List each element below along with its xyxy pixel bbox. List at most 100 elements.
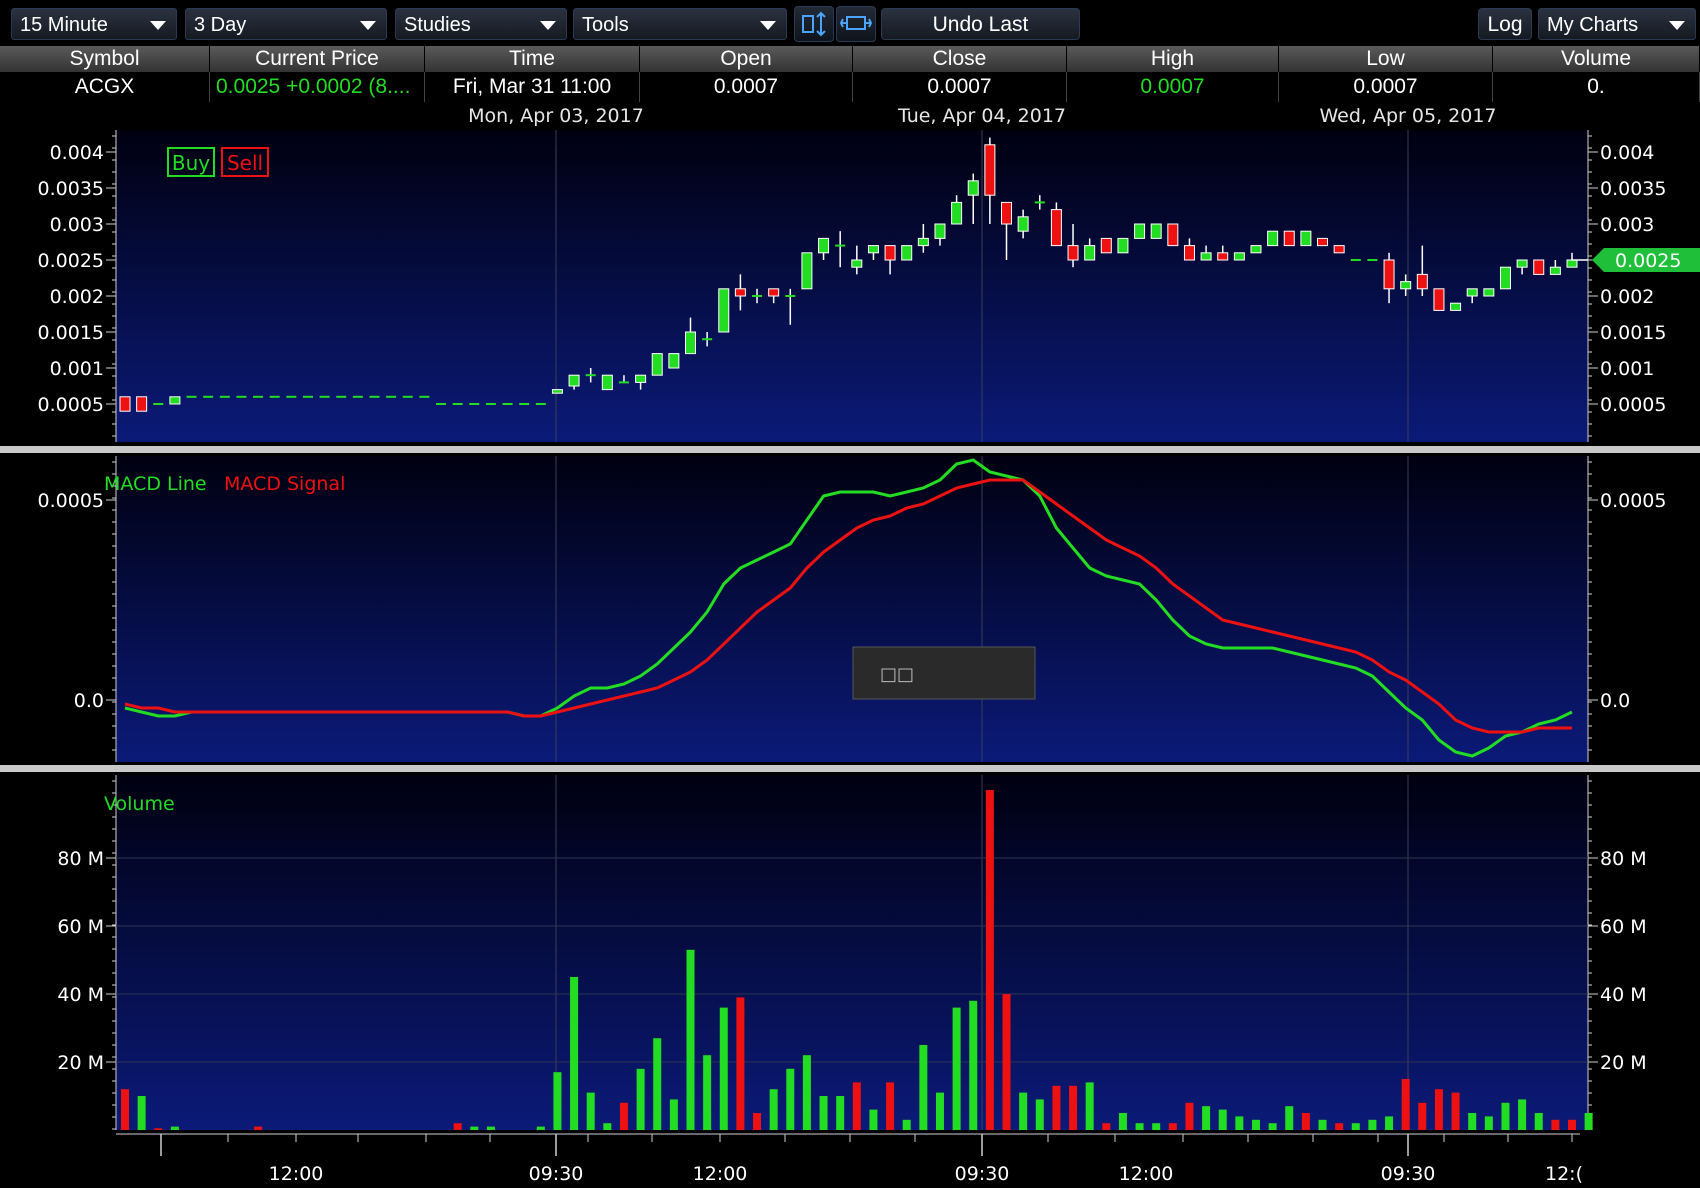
studies-dropdown[interactable]: Studies xyxy=(395,8,567,40)
my-charts-dropdown[interactable]: My Charts xyxy=(1538,8,1696,40)
volume-bar xyxy=(603,1123,612,1130)
candle-body xyxy=(402,395,413,398)
candle-body xyxy=(1466,288,1478,297)
quote-high: 0.0007 xyxy=(1067,72,1279,102)
date-label: Tue, Apr 04, 2017 xyxy=(897,105,1066,127)
panel-separator xyxy=(0,765,1700,772)
y-tick-label-left: 0.002 xyxy=(50,286,104,308)
volume-bar xyxy=(1551,1119,1560,1130)
legend-volume: Volume xyxy=(104,793,175,815)
range-dropdown[interactable]: 3 Day xyxy=(185,8,387,40)
volume-bar xyxy=(836,1096,845,1130)
volume-bar xyxy=(154,1128,163,1130)
zoom-fit-icon xyxy=(802,11,826,37)
candle-body xyxy=(1017,216,1029,232)
volume-panel-background xyxy=(116,775,1588,1130)
y-tick-label-left: 0.0015 xyxy=(38,322,104,344)
volume-bar xyxy=(919,1045,928,1130)
candle-body xyxy=(419,395,430,398)
y-tick-label-right: 0.0015 xyxy=(1600,322,1666,344)
candle-body xyxy=(867,245,879,254)
volume-bar xyxy=(553,1072,562,1130)
zoom-range-icon-button[interactable] xyxy=(836,6,876,42)
y-tick-label-right: 0.002 xyxy=(1600,286,1654,308)
y-tick-label-left: 0.003 xyxy=(50,214,104,236)
volume-bar xyxy=(536,1126,545,1130)
candle-body xyxy=(1383,259,1395,290)
volume-bar xyxy=(1251,1119,1260,1130)
candle-body xyxy=(1333,245,1345,254)
zoom-fit-icon-button[interactable] xyxy=(794,6,834,42)
y-tick-label-right: 0.0005 xyxy=(1600,490,1666,512)
overlay-box-text: □□ xyxy=(880,664,914,685)
volume-bar xyxy=(802,1055,811,1130)
candle-body xyxy=(585,374,596,377)
date-label: Mon, Apr 03, 2017 xyxy=(468,105,644,127)
volume-bar xyxy=(1268,1123,1277,1130)
candle-body xyxy=(1134,223,1146,239)
candle-body xyxy=(1167,223,1179,247)
chevron-down-icon xyxy=(150,21,166,30)
candle-body xyxy=(1367,259,1378,261)
candle-body xyxy=(302,395,313,398)
volume-bar xyxy=(935,1092,944,1130)
candle-body xyxy=(651,353,663,376)
interval-dropdown[interactable]: 15 Minute xyxy=(11,8,177,40)
volume-bar xyxy=(137,1096,146,1130)
y-tick-label-right: 0.0 xyxy=(1600,690,1630,712)
candle-body xyxy=(684,331,696,355)
log-button[interactable]: Log xyxy=(1478,8,1532,40)
volume-bar xyxy=(1301,1113,1310,1130)
candle-body xyxy=(452,403,463,405)
y-tick-label-left: 60 M xyxy=(57,916,104,938)
candle-body xyxy=(1233,252,1245,261)
candle-body xyxy=(352,395,363,398)
undo-last-button[interactable]: Undo Last xyxy=(881,8,1080,40)
legend-buy: Buy xyxy=(172,151,210,175)
candle-body xyxy=(436,403,447,405)
volume-bar xyxy=(819,1096,828,1130)
quote-symbol: ACGX xyxy=(0,72,210,102)
volume-bar xyxy=(170,1126,179,1130)
volume-bar xyxy=(1434,1089,1443,1130)
volume-bar xyxy=(1368,1119,1377,1130)
volume-bar xyxy=(769,1089,778,1130)
candle-body xyxy=(1084,245,1096,261)
candle-body xyxy=(1416,273,1428,290)
volume-bar xyxy=(470,1126,479,1130)
y-tick-label-right: 60 M xyxy=(1600,916,1647,938)
studies-label: Studies xyxy=(404,14,471,36)
candle-body xyxy=(386,395,397,398)
x-tick-label: 12:00 xyxy=(269,1163,324,1185)
quote-current-price: 0.0025 +0.0002 (8.... xyxy=(210,72,425,102)
macd-panel: 0.0005 0.0005 0.0 0.0 MACD Line MACD Signal □□ xyxy=(0,456,1700,772)
volume-bar xyxy=(1518,1099,1527,1130)
volume-bar xyxy=(1019,1092,1028,1130)
zoom-range-icon xyxy=(839,16,873,30)
candle-body xyxy=(984,144,996,196)
volume-bar xyxy=(1451,1092,1460,1130)
candle-body xyxy=(1533,259,1545,275)
volume-bar xyxy=(902,1119,911,1130)
candle-body xyxy=(1067,245,1079,261)
volume-bar xyxy=(969,1000,978,1130)
candle-body xyxy=(186,395,197,398)
y-tick-label-left: 40 M xyxy=(57,984,104,1006)
candle-body xyxy=(801,252,813,290)
candle-body xyxy=(1499,266,1511,290)
quote-low: 0.0007 xyxy=(1279,72,1493,102)
y-tick-label-right: 40 M xyxy=(1600,984,1647,1006)
volume-bar xyxy=(869,1109,878,1130)
candle-body xyxy=(502,403,513,405)
volume-bar xyxy=(753,1113,762,1130)
interval-label: 15 Minute xyxy=(20,14,108,36)
chart-area[interactable]: 0.0005 0.0005 0.001 0.001 0.0015 0.0015 0.002 0… xyxy=(0,102,1700,1188)
tools-dropdown[interactable]: Tools xyxy=(573,8,787,40)
volume-bar xyxy=(1035,1099,1044,1130)
candle-body xyxy=(519,403,530,405)
volume-bar xyxy=(686,949,695,1130)
candle-body xyxy=(752,295,763,297)
legend-macd-line: MACD Line xyxy=(104,473,207,495)
volume-bar xyxy=(453,1123,462,1130)
candle-body xyxy=(1317,237,1329,247)
